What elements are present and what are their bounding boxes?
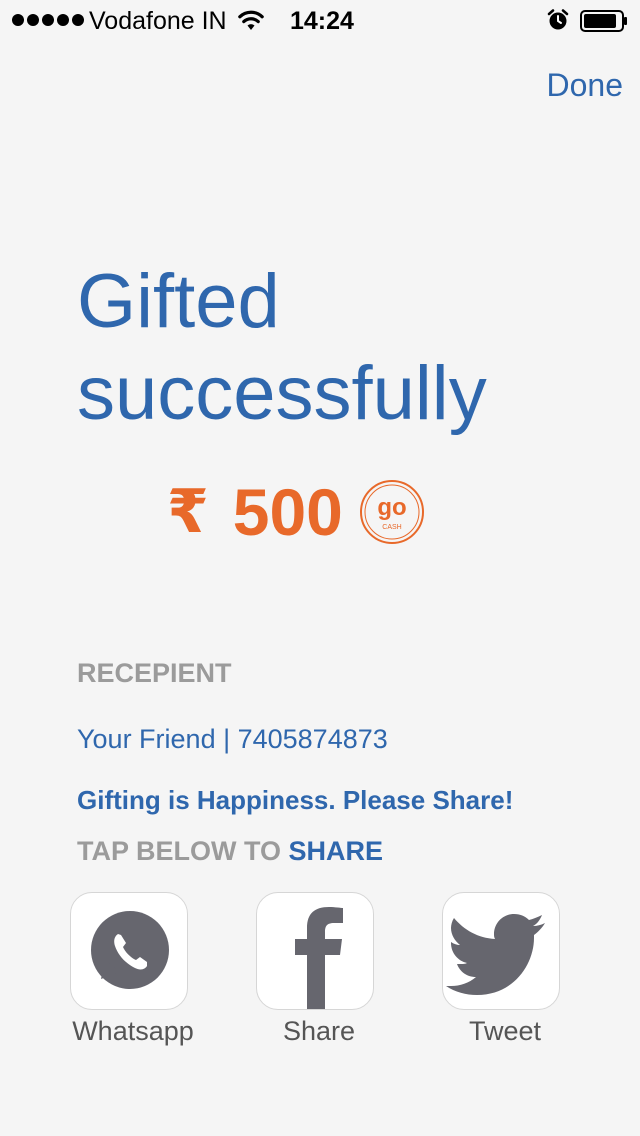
whatsapp-share-button[interactable] (70, 892, 188, 1010)
title-line-1: Gifted (77, 259, 280, 344)
recipient-label: RECEPIENT (77, 658, 232, 688)
amount-value: 500 (232, 475, 343, 549)
facebook-icon (295, 907, 343, 1009)
share-prompt-prefix: TAP BELOW TO (77, 836, 289, 866)
twitter-label: Tweet (468, 1016, 542, 1046)
twitter-icon (446, 914, 545, 995)
done-button[interactable]: Done (547, 66, 624, 104)
share-prompt: TAP BELOW TO SHARE (77, 834, 383, 868)
carrier-name: Vodafone IN (89, 7, 227, 35)
title-line-2: successfully (77, 351, 487, 436)
facebook-share-button[interactable] (256, 892, 374, 1010)
whatsapp-icon (91, 911, 169, 989)
status-bar: Vodafone IN 14:24 (0, 0, 640, 40)
page-title: Gifted successfully (77, 256, 597, 440)
alarm-icon (547, 9, 569, 30)
svg-text:CASH: CASH (382, 524, 401, 531)
whatsapp-label: Whatsapp (72, 1016, 194, 1046)
wifi-icon (238, 10, 264, 30)
twitter-share-button[interactable] (442, 892, 560, 1010)
status-time: 14:24 (290, 7, 354, 35)
share-message: Gifting is Happiness. Please Share! (77, 785, 514, 815)
share-prompt-emphasis: SHARE (288, 836, 384, 866)
go-cash-logo: go CASH (359, 480, 424, 544)
battery-icon (580, 10, 627, 32)
facebook-label: Share (282, 1016, 356, 1046)
gift-amount: ₹ 500 go CASH (167, 472, 425, 552)
recipient-value: Your Friend | 7405874873 (77, 724, 388, 754)
signal-dots-icon (12, 14, 84, 26)
currency-symbol: ₹ (167, 478, 209, 545)
svg-text:go: go (377, 494, 406, 521)
